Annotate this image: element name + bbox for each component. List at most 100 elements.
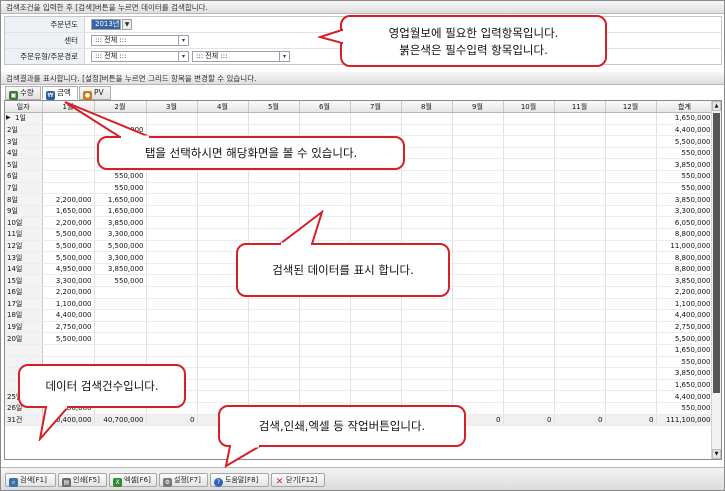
column-header[interactable]: 일자: [5, 101, 43, 114]
table-row[interactable]: 18일 4,400,000 4,400,000: [5, 309, 714, 322]
table-cell: [197, 216, 249, 230]
column-header[interactable]: 5월: [248, 101, 300, 114]
excel-button[interactable]: X 엑셀[F6]: [109, 473, 157, 487]
table-row[interactable]: 7일 550,000 550,000: [5, 182, 714, 195]
chevron-down-icon[interactable]: ▼: [122, 19, 132, 30]
result-hint-bar: 검색결과를 표시합니다. [설정]버튼을 누르면 그리드 항목을 변경할 수 있…: [1, 72, 724, 85]
vertical-scrollbar[interactable]: ▲ ▼: [711, 101, 721, 459]
column-header[interactable]: 6월: [299, 101, 351, 114]
table-cell: [554, 216, 606, 230]
table-row[interactable]: 20일 5,500,000 5,500,000: [5, 332, 714, 345]
search-button[interactable]: ⌕ 검색[F1]: [5, 473, 56, 487]
table-cell: [197, 112, 249, 125]
callout-tabs: 탭을 선택하시면 해당화면을 볼 수 있습니다.: [97, 136, 405, 170]
table-row[interactable]: 1,650,000: [5, 344, 714, 357]
table-cell: [299, 193, 351, 206]
table-row[interactable]: 19일 2,750,000 2,750,000: [5, 321, 714, 334]
table-cell: [554, 205, 606, 218]
table-row[interactable]: 9일 1,650,000 1,650,000 3,300,000: [5, 205, 714, 218]
table-cell: [350, 112, 402, 125]
chevron-down-icon[interactable]: ▾: [179, 51, 189, 62]
table-cell: [248, 112, 300, 125]
chevron-down-icon[interactable]: ▾: [179, 35, 189, 46]
close-button[interactable]: ✕ 닫기[F12]: [271, 473, 325, 487]
column-header[interactable]: 11월: [554, 101, 606, 114]
order-type-select[interactable]: ::: 전체 :::: [91, 51, 179, 62]
row-day-label: 20일: [5, 332, 43, 345]
row-day-label: 17일: [5, 298, 43, 311]
table-cell: [605, 251, 657, 264]
table-cell: [554, 182, 606, 195]
tab-quantity[interactable]: ▣ 수량: [5, 86, 41, 100]
scroll-down-icon[interactable]: ▼: [712, 449, 721, 459]
table-cell: [503, 356, 555, 369]
scroll-thumb[interactable]: [713, 113, 720, 393]
table-cell: 550,000: [94, 274, 147, 287]
table-cell: 550,000: [656, 182, 714, 195]
table-cell: [350, 193, 402, 206]
center-select[interactable]: ::: 전체 :::: [91, 35, 179, 46]
table-cell: [299, 112, 351, 125]
table-cell: 4,400,000: [656, 390, 714, 403]
table-cell: [554, 344, 606, 357]
table-cell: [248, 298, 300, 311]
table-cell: [350, 228, 402, 241]
callout-data: 검색된 데이터를 표시 합니다.: [236, 243, 450, 297]
order-route-select[interactable]: ::: 전체 :::: [192, 51, 280, 62]
table-cell: [146, 251, 198, 264]
tab-amount[interactable]: ₩ 금액: [42, 86, 78, 100]
scroll-up-icon[interactable]: ▲: [712, 101, 721, 111]
column-total: 0: [146, 413, 198, 427]
table-cell: [94, 309, 147, 322]
table-row[interactable]: 6일 550,000 550,000: [5, 170, 714, 183]
print-button[interactable]: ▤ 인쇄[F5]: [58, 473, 107, 487]
table-cell: [452, 367, 504, 380]
column-header[interactable]: 12월: [605, 101, 657, 114]
table-cell: [554, 135, 606, 148]
action-button-bar: ⌕ 검색[F1] ▤ 인쇄[F5] X 엑셀[F6] ⚙ 설정[F7] ? 도움말[F8]…: [1, 467, 724, 490]
table-cell: [503, 182, 555, 195]
table-cell: [94, 321, 147, 334]
table-cell: [452, 309, 504, 322]
table-cell: [605, 332, 657, 345]
table-cell: [197, 193, 249, 206]
table-cell: [401, 205, 453, 218]
table-cell: [248, 367, 300, 380]
table-row[interactable]: 8일 2,200,000 1,650,000 3,850,000: [5, 193, 714, 206]
table-cell: [554, 124, 606, 137]
column-header[interactable]: 합계: [656, 101, 714, 114]
row-day-label: 8일: [5, 193, 43, 206]
table-row[interactable]: 10일 2,200,000 3,850,000 6,050,000: [5, 216, 714, 230]
chevron-down-icon[interactable]: ▾: [280, 51, 290, 62]
table-row[interactable]: 17일 1,100,000 1,100,000: [5, 298, 714, 311]
table-cell: [248, 124, 300, 137]
table-cell: [94, 332, 147, 345]
settings-button[interactable]: ⚙ 설정[F7]: [159, 473, 208, 487]
callout-buttons-tail: [224, 444, 264, 468]
row-day-label: 3일: [5, 135, 43, 148]
order-year-select[interactable]: 2013년: [91, 19, 121, 30]
column-header[interactable]: 4월: [197, 101, 249, 114]
table-cell: [605, 298, 657, 311]
result-tabs: ▣ 수량 ₩ 금액 ● PV: [4, 86, 722, 100]
column-header[interactable]: 8월: [401, 101, 453, 114]
column-header[interactable]: 7월: [350, 101, 402, 114]
table-cell: [554, 286, 606, 299]
table-cell: [503, 147, 555, 160]
table-cell: [401, 193, 453, 206]
table-cell: [605, 309, 657, 322]
column-header[interactable]: 10월: [503, 101, 555, 114]
table-cell: 8,800,000: [656, 228, 714, 241]
row-day-label: 1일 ▶: [5, 112, 43, 125]
table-cell: [605, 344, 657, 357]
table-row[interactable]: 11일 5,500,000 3,300,000 8,800,000: [5, 228, 714, 241]
table-cell: [503, 390, 555, 403]
column-header[interactable]: 9월: [452, 101, 504, 114]
help-button[interactable]: ? 도움말[F8]: [210, 473, 269, 487]
table-cell: [146, 321, 198, 334]
tab-pv[interactable]: ● PV: [79, 86, 111, 100]
table-cell: 3,850,000: [656, 274, 714, 287]
table-cell: [554, 193, 606, 206]
table-cell: [503, 158, 555, 172]
table-cell: [605, 321, 657, 334]
